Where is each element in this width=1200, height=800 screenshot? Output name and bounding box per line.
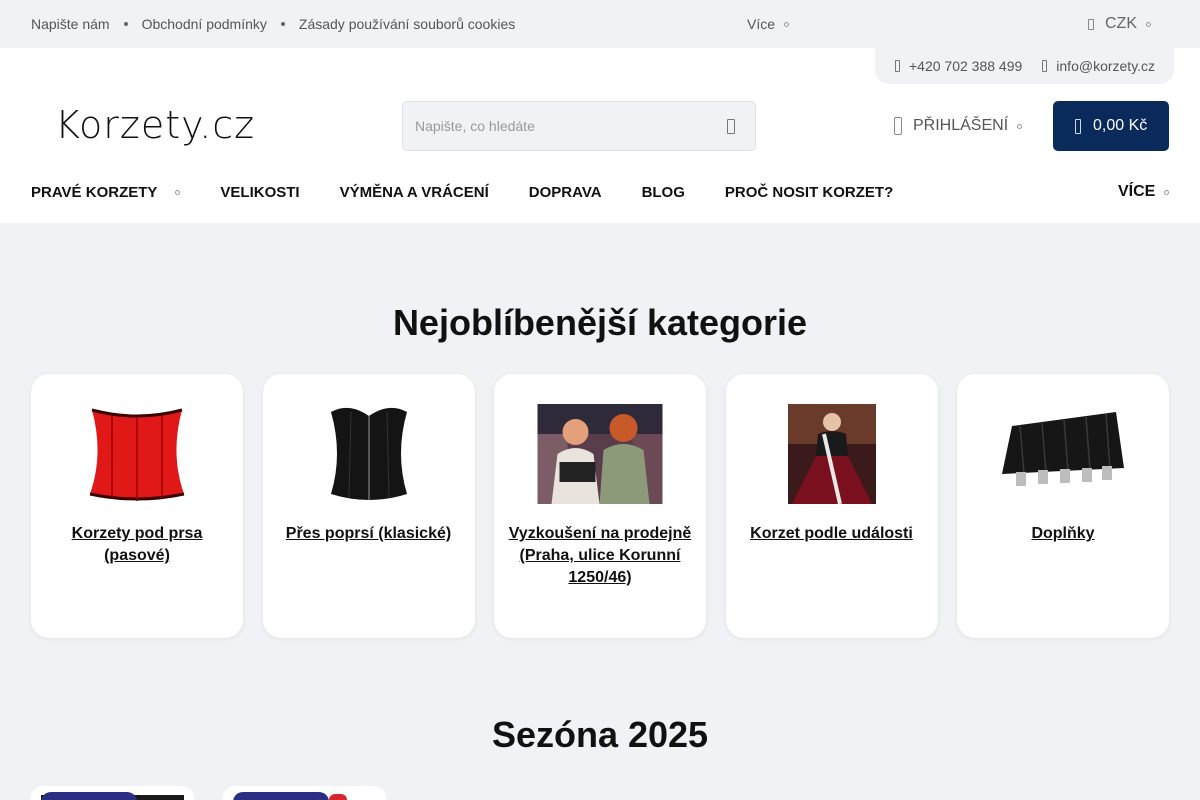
email-link[interactable]: info@korzety.cz xyxy=(1042,58,1155,74)
category-label: Vyzkoušení na prodejně (Praha, ulice Kor… xyxy=(508,525,692,586)
season-product-card[interactable] xyxy=(223,786,386,800)
product-badge xyxy=(41,792,137,800)
category-label: Doplňky xyxy=(1031,525,1095,542)
search-icon[interactable] xyxy=(727,119,735,134)
phone-link[interactable]: +420 702 388 499 xyxy=(895,58,1022,74)
category-card-event[interactable]: Korzet podle události xyxy=(725,374,938,638)
category-image-fitting xyxy=(537,404,663,504)
separator-dot xyxy=(123,22,128,26)
category-card-fitting[interactable]: Vyzkoušení na prodejně (Praha, ulice Kor… xyxy=(494,374,706,638)
nav-more-label: VÍCE xyxy=(1118,183,1156,200)
nav-item-vymena[interactable]: VÝMĚNA A VRÁCENÍ xyxy=(340,184,489,201)
nav-item-proc-nosit[interactable]: PROČ NOSIT KORZET? xyxy=(725,184,893,201)
top-link-contact[interactable]: Napište nám xyxy=(31,16,110,32)
mail-icon xyxy=(1042,60,1048,72)
category-image-overbust xyxy=(319,404,419,504)
cart-button[interactable]: 0,00 Kč xyxy=(1053,101,1169,151)
search-input[interactable] xyxy=(415,102,705,150)
season-heading: Sezóna 2025 xyxy=(491,714,709,755)
top-more-dropdown[interactable]: Více xyxy=(747,0,790,48)
top-link-cookies[interactable]: Zásady používání souborů cookies xyxy=(299,16,515,32)
cart-total: 0,00 Kč xyxy=(1093,117,1148,134)
separator-dot xyxy=(280,22,285,26)
login-button[interactable]: PŘIHLÁŠENÍ xyxy=(894,101,1023,151)
category-cards: Korzety pod prsa (pasové) Přes poprsí (k… xyxy=(31,374,1169,638)
nav-more-dropdown[interactable]: VÍCE xyxy=(1118,172,1170,212)
site-logo[interactable]: Korzety.cz xyxy=(55,101,255,149)
category-label: Korzet podle události xyxy=(750,525,913,542)
nav-item-velikosti[interactable]: VELIKOSTI xyxy=(220,184,299,201)
category-image-underbust xyxy=(82,404,192,504)
nav-item-blog[interactable]: BLOG xyxy=(642,184,685,201)
top-more-label: Více xyxy=(747,16,776,32)
chevron-down-icon xyxy=(1164,189,1170,195)
nav-item-label: PRAVÉ KORZETY xyxy=(31,183,158,201)
top-link-terms[interactable]: Obchodní podmínky xyxy=(142,16,267,32)
currency-selector[interactable]: CZK xyxy=(1088,0,1151,48)
nav-item-doprava[interactable]: DOPRAVA xyxy=(529,184,602,201)
user-icon xyxy=(894,117,902,135)
category-card-underbust[interactable]: Korzety pod prsa (pasové) xyxy=(31,374,243,638)
search-box xyxy=(402,101,756,151)
product-badge xyxy=(233,792,329,800)
currency-icon xyxy=(1088,18,1094,30)
contact-info: +420 702 388 499 info@korzety.cz xyxy=(875,48,1174,84)
category-card-accessories[interactable]: Doplňky xyxy=(957,374,1169,638)
top-utility-bar: Napište nám Obchodní podmínky Zásady pou… xyxy=(0,0,1200,48)
chevron-down-icon xyxy=(784,21,790,27)
category-image-event xyxy=(787,404,876,504)
category-label: Korzety pod prsa (pasové) xyxy=(71,525,203,564)
phone-icon xyxy=(895,60,900,72)
top-links: Napište nám Obchodní podmínky Zásady pou… xyxy=(31,0,515,48)
heart-icon xyxy=(329,794,347,800)
site-header: +420 702 388 499 info@korzety.cz Korzety… xyxy=(0,48,1200,223)
login-label: PŘIHLÁŠENÍ xyxy=(913,117,1009,134)
nav-item-prave-korzety[interactable]: PRAVÉ KORZETY xyxy=(31,183,181,201)
currency-label: CZK xyxy=(1105,15,1137,32)
phone-number: +420 702 388 499 xyxy=(909,58,1023,74)
category-label: Přes poprsí (klasické) xyxy=(285,525,452,542)
category-card-overbust[interactable]: Přes poprsí (klasické) xyxy=(262,374,475,638)
cart-icon xyxy=(1075,118,1081,134)
email-address: info@korzety.cz xyxy=(1056,58,1156,74)
chevron-down-icon xyxy=(1146,21,1151,27)
main-navigation: PRAVÉ KORZETY VELIKOSTI VÝMĚNA A VRÁCENÍ… xyxy=(31,172,933,212)
season-product-card[interactable] xyxy=(31,786,194,800)
chevron-down-icon xyxy=(175,189,181,195)
category-image-accessories xyxy=(998,404,1128,504)
categories-heading: Nejoblíbenější kategorie xyxy=(392,302,808,343)
chevron-down-icon xyxy=(1017,123,1023,129)
